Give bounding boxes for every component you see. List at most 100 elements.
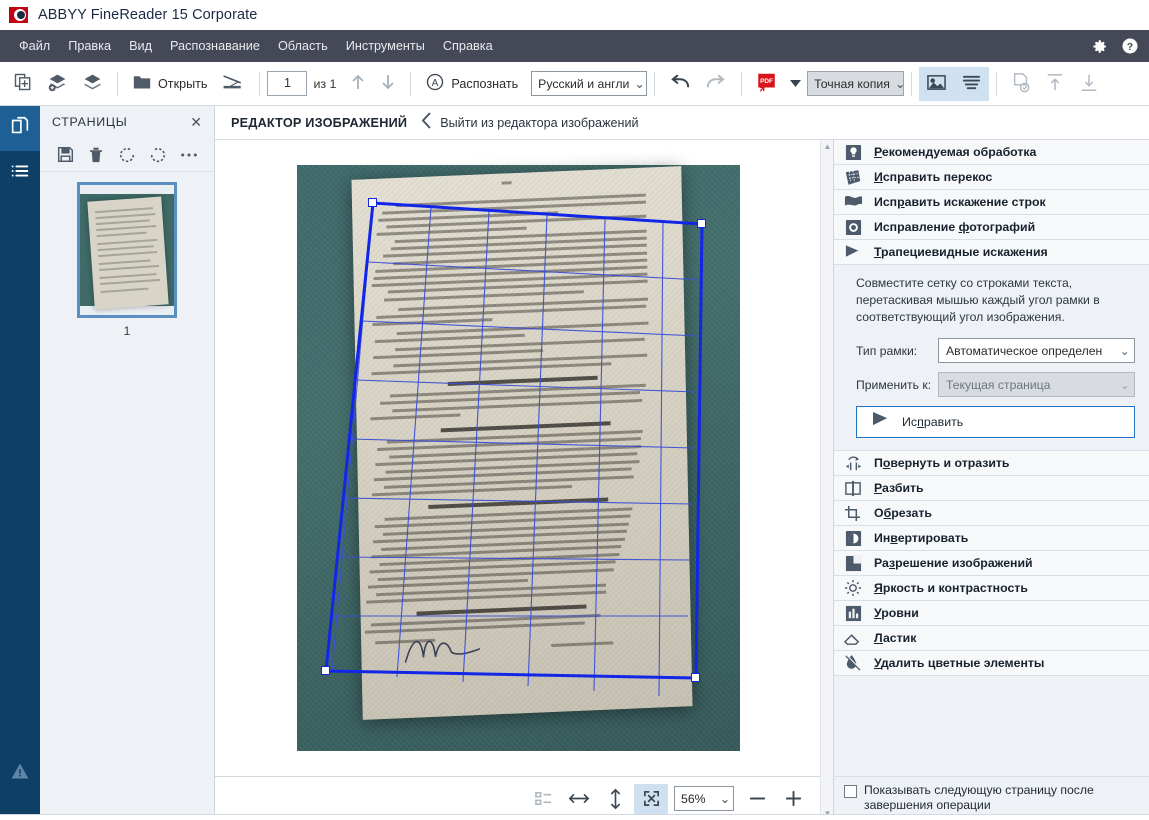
menu-tools[interactable]: Инструменты	[337, 34, 434, 58]
apply-correction-button[interactable]: Исправить	[856, 406, 1135, 438]
menu-file[interactable]: Файл	[10, 34, 59, 58]
verify-button[interactable]	[1004, 67, 1038, 101]
tool-photo-correction[interactable]: Исправление фотографий	[834, 215, 1149, 240]
tool-eraser[interactable]: Ластик	[834, 626, 1149, 651]
grid-handle-bottom-right[interactable]	[691, 673, 700, 682]
redo-button[interactable]	[698, 67, 734, 101]
rotate-cw-icon[interactable]	[145, 143, 171, 167]
menu-edit[interactable]: Правка	[59, 34, 120, 58]
zoom-in-button[interactable]	[776, 784, 810, 814]
main-toolbar: Открыть 1 из 1 A Распознать Русский и ан…	[0, 62, 1149, 106]
thumbnails-icon[interactable]	[526, 784, 560, 814]
tool-levels[interactable]: Уровни	[834, 601, 1149, 626]
tool-rotate-and-flip[interactable]: Повернуть и отразить	[834, 451, 1149, 476]
apply-to-value: Текущая страница	[946, 377, 1051, 392]
add-page-icon	[13, 72, 33, 95]
trash-icon[interactable]	[83, 143, 109, 167]
chevron-left-icon[interactable]	[421, 111, 432, 134]
warning-triangle-icon[interactable]	[0, 754, 40, 788]
tool-brightness-contrast[interactable]: Яркость и контрастность	[834, 576, 1149, 601]
send-in-icon	[1079, 72, 1099, 96]
pdf-dropdown-button[interactable]	[784, 67, 807, 101]
view-image-button[interactable]	[919, 66, 955, 101]
pages-panel-toolbar	[40, 138, 214, 172]
send-out-icon	[1045, 72, 1065, 96]
rotate-ccw-icon[interactable]	[114, 143, 140, 167]
fit-width-icon[interactable]	[562, 784, 596, 814]
tool-crop[interactable]: Обрезать	[834, 501, 1149, 526]
menu-view[interactable]: Вид	[120, 34, 161, 58]
pdf-export-button[interactable]: PDF	[749, 67, 784, 101]
ellipsis-icon[interactable]	[176, 143, 202, 167]
tool-label: Разрешение изображений	[874, 556, 1033, 570]
tool-trapezoid-correction[interactable]: Трапециевидные искажения	[834, 240, 1149, 265]
open-label: Открыть	[158, 76, 208, 91]
straighten-lines-icon	[842, 192, 864, 212]
menu-recognize[interactable]: Распознавание	[161, 34, 269, 58]
fit-height-icon[interactable]	[598, 784, 632, 814]
page-thumbnail[interactable]	[77, 182, 177, 318]
zoom-level-select[interactable]: 56% ⌄	[674, 786, 734, 811]
apply-to-label: Применить к:	[856, 377, 932, 392]
save-icon[interactable]	[52, 143, 78, 167]
grid-handle-top-right[interactable]	[697, 219, 706, 228]
canvas-vertical-scrollbar[interactable]: ▲ ▼	[820, 140, 833, 820]
language-select[interactable]: Русский и англи ⌄	[531, 71, 648, 96]
menu-area[interactable]: Область	[269, 34, 337, 58]
tool-recommended-processing[interactable]: Рекомендуемая обработка	[834, 140, 1149, 165]
add-images-button[interactable]	[40, 67, 75, 101]
send-out-button[interactable]	[1038, 67, 1072, 101]
previous-page-button[interactable]	[343, 67, 373, 101]
fit-page-icon[interactable]	[634, 783, 668, 814]
tool-remove-color-elements[interactable]: Удалить цветные элементы	[834, 651, 1149, 676]
chevron-down-icon: ⌄	[634, 76, 645, 91]
rail-item-list[interactable]	[0, 151, 40, 196]
recognize-button[interactable]: A Распознать	[418, 67, 525, 101]
trapezoid-icon	[871, 411, 892, 433]
split-icon	[842, 478, 864, 498]
undo-button[interactable]	[662, 67, 698, 101]
rail-item-pages[interactable]	[0, 106, 40, 151]
zoom-out-button[interactable]	[740, 784, 774, 814]
chevron-down-icon: ⌄	[719, 791, 730, 806]
tool-split[interactable]: Разбить	[834, 476, 1149, 501]
tool-image-resolution[interactable]: Разрешение изображений	[834, 551, 1149, 576]
send-in-button[interactable]	[1072, 67, 1106, 101]
frame-type-select[interactable]: Автоматическое определен ⌄	[938, 338, 1135, 363]
show-next-page-checkbox[interactable]	[844, 785, 857, 798]
apply-to-select[interactable]: Текущая страница ⌄	[938, 372, 1135, 397]
svg-text:A: A	[432, 78, 439, 89]
add-page-button[interactable]	[6, 67, 40, 101]
close-icon[interactable]: ✕	[186, 112, 206, 132]
tool-invert[interactable]: Инвертировать	[834, 526, 1149, 551]
question-circle-icon[interactable]: ?	[1119, 35, 1141, 57]
tool-label: Исправление фотографий	[874, 220, 1036, 234]
tool-straighten-text-lines[interactable]: Исправить искажение строк	[834, 190, 1149, 215]
documents-icon	[9, 115, 31, 142]
exit-image-editor-link[interactable]: Выйти из редактора изображений	[440, 116, 638, 130]
trapezoid-icon	[842, 242, 864, 262]
layers-button[interactable]	[75, 67, 110, 101]
tool-deskew[interactable]: Исправить перекос	[834, 165, 1149, 190]
chevron-down-icon: ⌄	[1119, 377, 1130, 392]
grid-handle-bottom-left[interactable]	[321, 666, 330, 675]
page-title: РЕДАКТОР ИЗОБРАЖЕНИЙ	[231, 115, 408, 130]
deskew-icon	[842, 167, 864, 187]
tool-label: Исправить искажение строк	[874, 195, 1046, 209]
layers-icon	[82, 72, 103, 96]
scan-button[interactable]	[214, 67, 252, 101]
gear-icon[interactable]	[1088, 35, 1110, 57]
show-next-page-label: Показывать следующую страницу после заве…	[864, 783, 1094, 812]
menu-bar: Файл Правка Вид Распознавание Область Ин…	[0, 30, 1149, 62]
image-canvas[interactable]	[215, 140, 820, 776]
open-button[interactable]: Открыть	[125, 67, 214, 101]
menu-help[interactable]: Справка	[434, 34, 502, 58]
image-editor-tools-panel: Рекомендуемая обработка Исправить переко…	[833, 140, 1149, 776]
view-text-button[interactable]	[954, 66, 990, 101]
next-page-button[interactable]	[373, 67, 403, 101]
output-mode-select[interactable]: Точная копия ⌄	[807, 71, 905, 96]
page-number-input[interactable]: 1	[267, 71, 308, 96]
grid-handle-top-left[interactable]	[368, 198, 377, 207]
window-title: ABBYY FineReader 15 Corporate	[38, 7, 258, 23]
undo-icon	[669, 73, 691, 94]
